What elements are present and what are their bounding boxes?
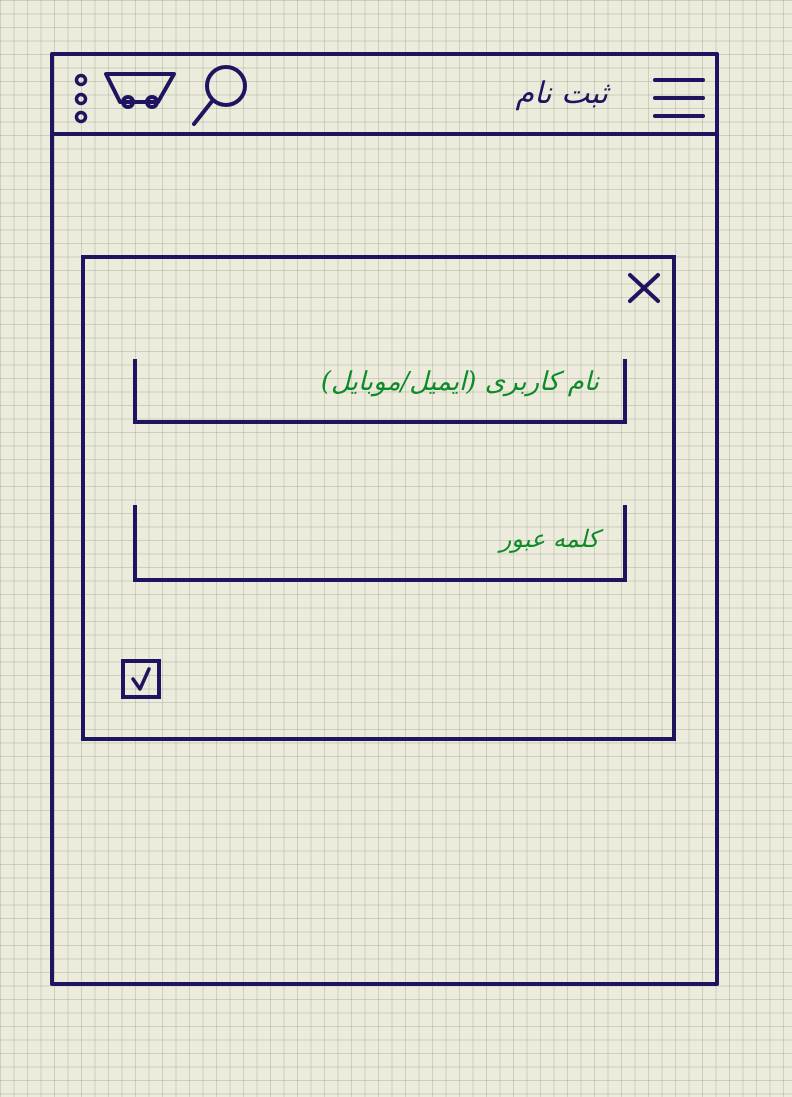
username-field[interactable]: نام کاربری (ایمیل/موبایل) <box>133 359 627 424</box>
close-icon[interactable] <box>626 271 662 305</box>
password-field[interactable]: کلمه عبور <box>133 505 627 582</box>
username-placeholder: نام کاربری (ایمیل/موبایل) <box>320 367 599 397</box>
search-icon[interactable] <box>188 62 252 128</box>
menu-icon[interactable] <box>653 76 705 120</box>
password-placeholder: کلمه عبور <box>499 525 599 553</box>
cart-icon[interactable] <box>102 70 182 114</box>
more-vertical-icon[interactable] <box>70 72 92 126</box>
check-icon <box>131 667 151 691</box>
remember-checkbox[interactable] <box>121 659 161 699</box>
login-dialog: نام کاربری (ایمیل/موبایل) کلمه عبور <box>81 255 676 741</box>
page-title: ثبت نام <box>515 76 608 111</box>
top-app-bar: ثبت نام <box>54 56 715 136</box>
